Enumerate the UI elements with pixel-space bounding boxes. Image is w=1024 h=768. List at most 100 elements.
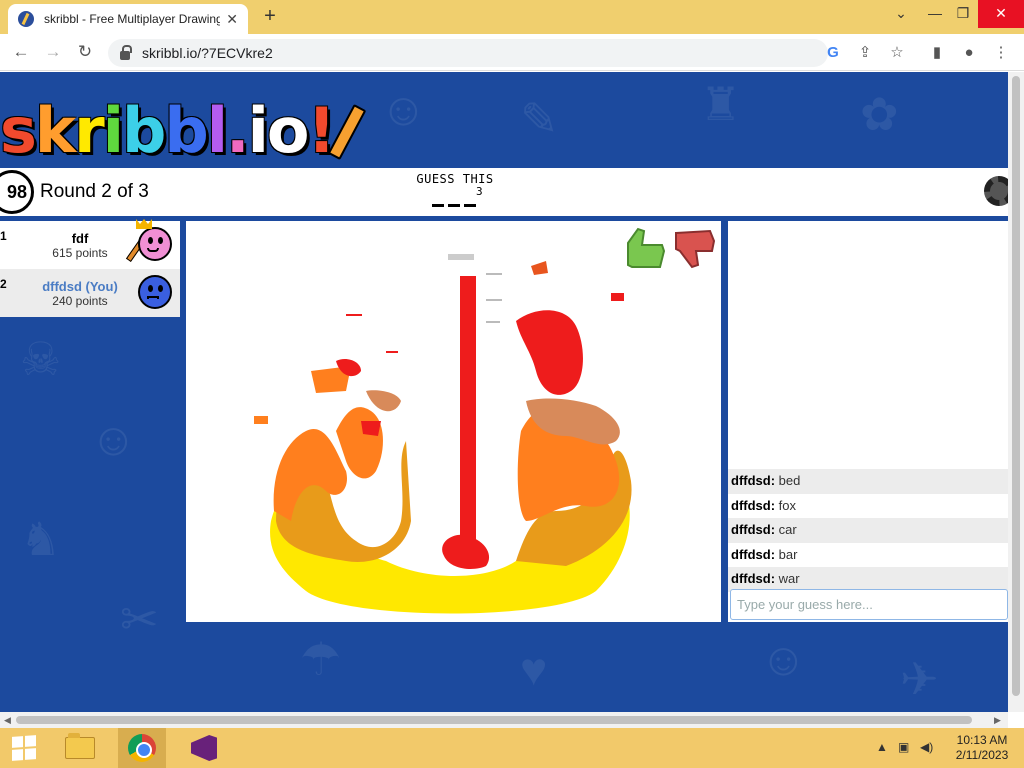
player-rank: 2 [0, 277, 7, 291]
volume-icon[interactable]: ◀) [920, 740, 933, 754]
folder-icon [65, 733, 95, 759]
round-timer: 98 [0, 170, 34, 214]
doodle-decoration-icon: ☺ [90, 413, 137, 465]
doodle-decoration-icon: ♥ [520, 643, 548, 695]
windows-taskbar: ▲ ▣ ◀) 10:13 AM 2/11/2023 [0, 728, 1024, 768]
reload-icon[interactable]: ↻ [72, 40, 98, 66]
start-button[interactable] [0, 728, 48, 768]
chat-messages: dffdsd: bed dffdsd: fox dffdsd: car dffd… [728, 469, 1008, 592]
vertical-scrollbar[interactable] [1008, 72, 1024, 712]
tab-title: skribbl - Free Multiplayer Drawing [44, 12, 221, 26]
chat-text: car [778, 522, 797, 537]
horizontal-scrollbar[interactable]: ◀ ▶ [0, 712, 1008, 728]
clock-date: 2/11/2023 [955, 748, 1009, 762]
player-name: fdf [71, 230, 89, 246]
player-row[interactable]: 1 fdf 615 points [0, 219, 180, 269]
red-flame-shape [516, 310, 583, 395]
chat-message: dffdsd: bed [728, 469, 1008, 494]
network-icon[interactable]: ▣ [898, 740, 909, 754]
drawing-artwork [254, 227, 716, 614]
visual-studio-icon [191, 735, 217, 761]
red-flame-shape [611, 293, 624, 301]
chat-username: dffdsd: [731, 571, 776, 586]
chat-message: dffdsd: car [728, 518, 1008, 543]
show-hidden-icons-icon[interactable]: ▲ [876, 740, 888, 754]
close-window-button[interactable]: ✕ [978, 0, 1024, 28]
chrome-icon [128, 734, 156, 762]
word-length: 3 [476, 185, 483, 198]
chat-username: dffdsd: [731, 497, 776, 513]
chat-text: fox [778, 497, 797, 513]
player-rank: 1 [0, 229, 7, 243]
thermometer-cap [448, 254, 474, 260]
game-header-bar: 98 Round 2 of 3 GUESS THIS 3 [0, 168, 1008, 216]
windows-logo-icon [12, 735, 36, 761]
crown-icon [136, 219, 152, 229]
tab-search-icon[interactable]: ⌄ [884, 0, 918, 28]
bookmark-star-icon[interactable]: ☆ [886, 42, 908, 64]
guess-input[interactable] [730, 589, 1008, 620]
player-row[interactable]: 2 dffdsd (You) 240 points [0, 269, 180, 317]
share-icon[interactable]: ⇪ [854, 42, 876, 64]
chat-text: bed [778, 473, 801, 488]
lock-icon[interactable] [120, 44, 132, 60]
skribbl-logo: skribbl.io! [0, 98, 367, 164]
thermometer-stem [460, 276, 476, 541]
chat-text: bar [778, 546, 798, 562]
browser-tab[interactable]: skribbl - Free Multiplayer Drawing ✕ [8, 4, 248, 34]
word-blanks [432, 204, 476, 207]
thermometer-bulb [442, 534, 490, 569]
settings-gear-icon[interactable] [984, 176, 1008, 206]
google-icon[interactable]: G [822, 42, 844, 64]
player-points: 240 points [52, 293, 108, 308]
red-flame-shape [531, 261, 548, 275]
doodle-decoration-icon: ✈ [900, 653, 939, 705]
chat-panel: dffdsd: bed dffdsd: fox dffdsd: car dffd… [728, 221, 1008, 622]
round-indicator: Round 2 of 3 [40, 181, 149, 202]
side-panel-icon[interactable]: ▮ [926, 42, 948, 64]
doodle-decoration-icon: ♞ [20, 513, 62, 565]
word-hint-area: GUESS THIS 3 [380, 172, 530, 198]
doodle-decoration-icon: ✎ [520, 93, 559, 145]
chat-message: dffdsd: war [728, 567, 1008, 592]
forward-arrow-icon[interactable]: → [40, 40, 66, 66]
close-tab-icon[interactable]: ✕ [226, 11, 238, 28]
back-arrow-icon[interactable]: ← [8, 40, 34, 66]
chrome-taskbar-button[interactable] [118, 728, 166, 768]
player-points: 615 points [52, 245, 108, 260]
system-clock[interactable]: 10:13 AM 2/11/2023 [950, 733, 1014, 763]
file-explorer-button[interactable] [56, 728, 104, 768]
scroll-left-icon[interactable]: ◀ [4, 712, 11, 728]
doodle-decoration-icon: ☠ [20, 333, 62, 385]
doodle-decoration-icon: ☺ [760, 633, 807, 685]
browser-toolbar: ← → ↻ skribbl.io/?7ECVkre2 G ⇪ ☆ ▮ ● ⋮ [0, 34, 1024, 71]
player-list: 1 fdf 615 points 2 dffdsd (You) 240 poin… [0, 219, 180, 317]
skribbl-favicon-icon [18, 11, 34, 27]
player-name: dffdsd (You) [42, 278, 118, 294]
doodle-decoration-icon: ☂ [300, 633, 342, 685]
doodle-decoration-icon: ☺ [380, 83, 427, 135]
thumbs-up-icon[interactable] [627, 227, 666, 268]
chat-message: dffdsd: bar [728, 543, 1008, 568]
doodle-decoration-icon: ✿ [860, 88, 899, 140]
chat-username: dffdsd: [731, 546, 776, 562]
skribbl-page: ☺ ✎ ♜ ✿ ☠ ☺ ♞ ✂ ☂ ♥ ☺ ✈ skribbl.io! 98 R… [0, 72, 1008, 712]
doodle-decoration-icon: ✂ [120, 593, 159, 645]
address-bar[interactable]: skribbl.io/?7ECVkre2 [108, 39, 828, 67]
drawing-canvas[interactable] [186, 221, 721, 622]
chat-text: war [778, 571, 800, 586]
visual-studio-button[interactable] [180, 728, 228, 768]
scroll-right-icon[interactable]: ▶ [994, 712, 1001, 728]
restore-button[interactable]: ❐ [946, 0, 980, 28]
new-tab-button[interactable]: + [258, 5, 282, 29]
thumbs-down-icon[interactable] [675, 229, 716, 269]
avatar [136, 219, 174, 265]
red-flame-shape [366, 390, 401, 412]
doodle-decoration-icon: ♜ [700, 78, 742, 130]
menu-kebab-icon[interactable]: ⋮ [990, 42, 1012, 64]
guess-this-label: GUESS THIS [416, 172, 494, 186]
url-text[interactable]: skribbl.io/?7ECVkre2 [142, 45, 273, 61]
profile-icon[interactable]: ● [958, 42, 980, 64]
chat-message: dffdsd: fox [728, 494, 1008, 519]
avatar [136, 273, 174, 313]
